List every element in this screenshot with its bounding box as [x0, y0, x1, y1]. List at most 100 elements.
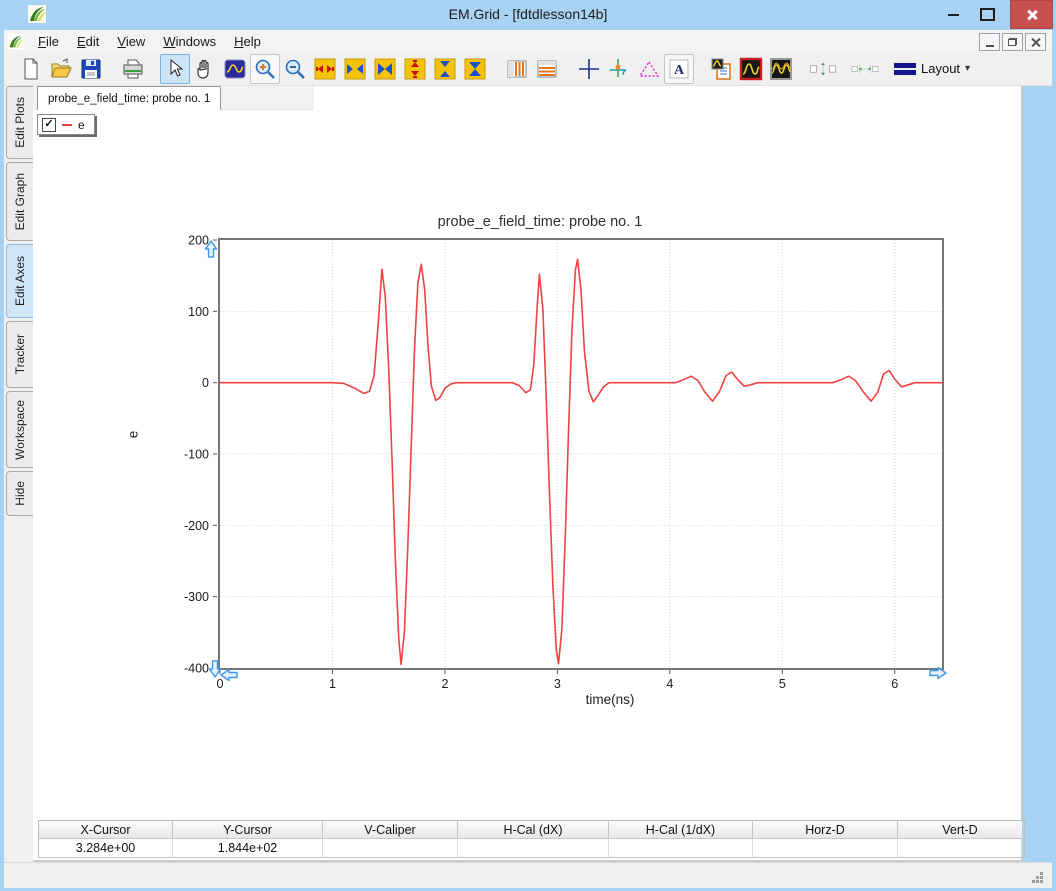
svg-text:6: 6	[891, 677, 898, 691]
y-axis-label: e	[125, 430, 141, 439]
zoom-region-icon	[224, 59, 246, 78]
svg-text:3: 3	[554, 677, 561, 691]
fit-horizontal-icon	[851, 64, 879, 73]
tracker-button[interactable]	[604, 54, 634, 84]
menu-edit[interactable]: Edit	[68, 32, 108, 51]
plot-properties-button[interactable]	[706, 54, 736, 84]
value-horz-d	[753, 839, 898, 857]
minimize-button[interactable]	[942, 8, 964, 22]
close-button[interactable]	[1010, 0, 1053, 29]
series-color-dash-icon	[62, 123, 72, 126]
tab-probe-e-field-time[interactable]: probe_e_field_time: probe no. 1	[37, 86, 222, 110]
legend-checkbox[interactable]: ✓	[42, 117, 56, 132]
value-y-cursor: 1.844e+02	[173, 839, 323, 857]
titlebar: EM.Grid - [fdtdlesson14b]	[0, 0, 1056, 30]
vertical-grid-button[interactable]	[502, 54, 532, 84]
svg-text:A: A	[674, 63, 685, 78]
mdi-minimize-button[interactable]	[979, 33, 1000, 51]
crosshair-button[interactable]	[574, 54, 604, 84]
resize-grip[interactable]	[1032, 871, 1044, 883]
open-file-button[interactable]	[46, 54, 76, 84]
horizontal-grid-icon	[537, 60, 557, 77]
print-icon	[123, 59, 143, 78]
horizontal-grid-button[interactable]	[532, 54, 562, 84]
layout-menu-button[interactable]: Layout ▾	[894, 61, 970, 77]
svg-text:0: 0	[202, 376, 209, 390]
layout-label: Layout	[921, 61, 961, 76]
zoom-region-button[interactable]	[220, 54, 250, 84]
text-annotation-button[interactable]: A	[664, 53, 694, 84]
pointer-icon	[170, 58, 184, 77]
legend-box: ✓ e	[37, 114, 95, 135]
zoom-in-icon	[255, 59, 275, 79]
shrink-y-icon	[464, 58, 486, 79]
mdi-restore-button[interactable]	[1002, 33, 1023, 51]
open-folder-icon	[51, 57, 72, 77]
header-v-caliper: V-Caliper	[323, 821, 458, 839]
expand-x-icon	[314, 58, 336, 79]
menu-help[interactable]: Help	[225, 32, 270, 51]
mdi-window-buttons	[979, 33, 1046, 51]
legend-series-label: e	[78, 117, 85, 132]
expand-y-button[interactable]	[400, 54, 430, 84]
scale-y-button[interactable]	[430, 54, 460, 84]
value-h-cal-1dx	[609, 839, 753, 857]
svg-text:1: 1	[329, 677, 336, 691]
sidebar: Edit Plots Edit Graph Edit Axes Tracker …	[4, 86, 33, 862]
sidebar-item-tracker[interactable]: Tracker	[6, 321, 33, 388]
marker-triangle-button[interactable]	[634, 54, 664, 84]
header-vert-d: Vert-D	[898, 821, 1022, 839]
svg-text:-300: -300	[184, 590, 209, 604]
plot-area[interactable]: 0 1 2 3 4 5 6 200 100 0 -100 -200 -300 -400	[184, 234, 947, 691]
menu-file[interactable]: File	[29, 32, 68, 51]
text-annotation-icon: A	[669, 59, 689, 78]
new-file-button[interactable]	[16, 54, 46, 84]
fit-horizontal-button[interactable]	[850, 54, 880, 84]
status-bar	[4, 862, 1052, 888]
close-icon	[1026, 9, 1038, 21]
resize-grip-icon	[1032, 880, 1035, 883]
chevron-down-icon: ▾	[965, 63, 971, 74]
zoom-out-button[interactable]	[280, 54, 310, 84]
header-h-cal-1dx: H-Cal (1/dX)	[609, 821, 753, 839]
sidebar-item-workspace[interactable]: Workspace	[6, 391, 33, 468]
shrink-y-button[interactable]	[460, 54, 490, 84]
layout-icon	[894, 61, 916, 77]
pan-hand-button[interactable]	[190, 54, 220, 84]
header-x-cursor: X-Cursor	[39, 821, 173, 839]
maximize-icon	[979, 7, 995, 21]
sidebar-item-edit-axes[interactable]: Edit Axes	[6, 244, 33, 318]
single-curve-icon	[739, 57, 763, 80]
save-button[interactable]	[76, 54, 106, 84]
multi-curve-button[interactable]	[766, 54, 796, 84]
chart-title: probe_e_field_time: probe no. 1	[437, 214, 643, 230]
sidebar-item-edit-plots[interactable]: Edit Plots	[6, 86, 33, 159]
plot-properties-icon	[711, 58, 731, 80]
print-button[interactable]	[118, 54, 148, 84]
maximize-button[interactable]	[976, 6, 998, 22]
svg-text:200: 200	[188, 234, 209, 248]
header-horz-d: Horz-D	[753, 821, 898, 839]
expand-y-icon	[404, 58, 426, 79]
scale-x-button[interactable]	[340, 54, 370, 84]
single-curve-button[interactable]	[736, 54, 766, 84]
scale-y-icon	[434, 58, 456, 79]
svg-text:0: 0	[217, 677, 224, 691]
mdi-minimize-icon	[985, 44, 994, 47]
svg-text:-200: -200	[184, 519, 209, 533]
tracker-icon	[610, 58, 627, 77]
shrink-x-button[interactable]	[370, 54, 400, 84]
sidebar-item-hide[interactable]: Hide	[6, 471, 33, 516]
fit-vertical-button[interactable]	[808, 54, 838, 84]
waveform-plot[interactable]: 0 1 2 3 4 5 6 200 100 0 -100 -200 -300 -400	[184, 234, 947, 691]
svg-text:100: 100	[188, 305, 209, 319]
window-title: EM.Grid - [fdtdlesson14b]	[448, 6, 608, 22]
mdi-close-button[interactable]	[1025, 33, 1046, 51]
menu-windows[interactable]: Windows	[154, 32, 225, 51]
multi-curve-icon	[770, 57, 792, 80]
select-pointer-button[interactable]	[160, 53, 190, 84]
zoom-in-button[interactable]	[250, 53, 280, 84]
menu-view[interactable]: View	[108, 32, 154, 51]
expand-x-button[interactable]	[310, 54, 340, 84]
sidebar-item-edit-graph[interactable]: Edit Graph	[6, 162, 33, 241]
